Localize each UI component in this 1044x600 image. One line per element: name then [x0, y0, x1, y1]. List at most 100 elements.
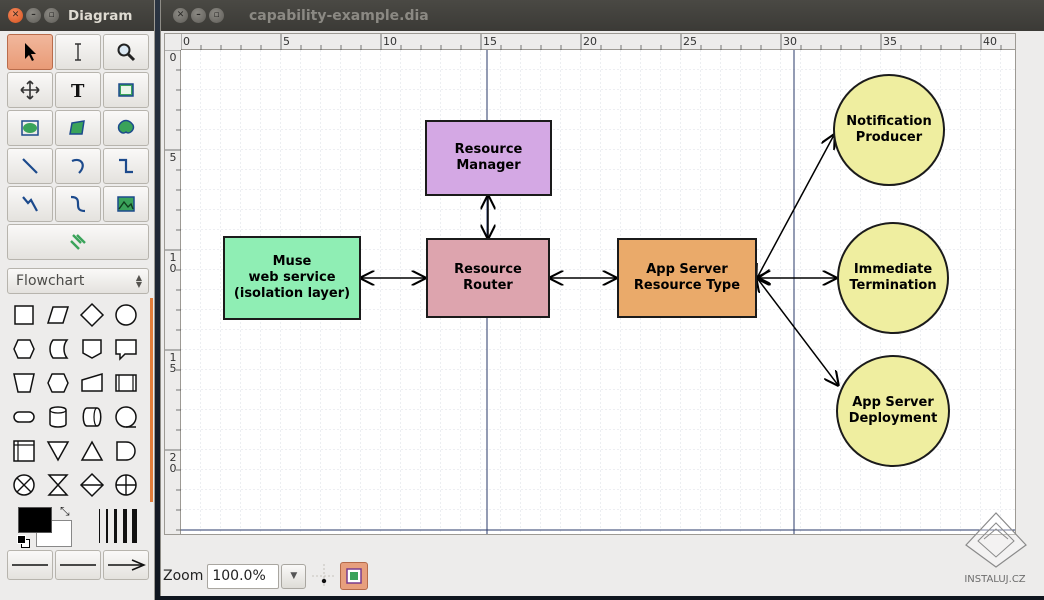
magnify-tool[interactable] [103, 34, 149, 70]
node-muse-web-service[interactable]: Muse web service (isolation layer) [223, 236, 361, 320]
shape-direct-access[interactable] [75, 400, 109, 434]
shape-merge[interactable] [41, 434, 75, 468]
text-edit-tool[interactable] [55, 34, 101, 70]
shape-manual-operation[interactable] [7, 366, 41, 400]
node-label-line: Manager [456, 158, 521, 173]
shape-extract[interactable] [75, 434, 109, 468]
beziergon-tool[interactable] [103, 110, 149, 146]
ruler-corner [165, 34, 181, 50]
sequential-access-icon [115, 406, 137, 428]
shape-sort[interactable] [75, 468, 109, 502]
arc-tool[interactable] [55, 148, 101, 184]
parallelogram-icon [46, 306, 70, 324]
zoom-input[interactable] [207, 563, 280, 589]
arrow-line-icon [108, 559, 146, 571]
maximize-icon[interactable]: ▫ [44, 8, 59, 23]
shape-data[interactable] [41, 298, 75, 332]
rounded-hexagon-icon [47, 373, 69, 393]
line-width-selector[interactable] [95, 507, 141, 545]
shape-collate[interactable] [41, 468, 75, 502]
line-style-buttons [7, 550, 149, 580]
status-bar: Zoom ▼ [161, 560, 1044, 592]
modify-tool[interactable] [7, 34, 53, 70]
image-tool[interactable] [103, 186, 149, 222]
close-icon[interactable]: ✕ [173, 8, 188, 23]
node-resource-router[interactable]: Resource Router [426, 238, 550, 318]
node-label-line: Resource Type [633, 278, 741, 293]
start-arrow-button[interactable] [7, 550, 53, 580]
node-app-server-deployment[interactable]: App Server Deployment [836, 355, 950, 467]
polyline-tool[interactable] [7, 186, 53, 222]
shape-internal-storage[interactable] [7, 434, 41, 468]
node-app-server-resource-type[interactable]: App Server Resource Type [617, 238, 757, 318]
zoom-dropdown-button[interactable]: ▼ [281, 563, 307, 589]
minimize-icon[interactable]: – [26, 8, 41, 23]
shape-summing-junction[interactable] [7, 468, 41, 502]
down-triangle-icon [46, 441, 70, 462]
bezier-line-icon [70, 195, 86, 213]
offpage-icon [82, 339, 102, 359]
shape-decision[interactable] [75, 298, 109, 332]
shape-manual-input[interactable] [75, 366, 109, 400]
ellipse-icon [21, 120, 39, 136]
sheet-selector[interactable]: Flowchart ▲ ▼ [7, 268, 149, 294]
toolbox-title: Diagram [68, 7, 133, 24]
snap-to-grid-toggle[interactable] [312, 564, 337, 588]
shape-stored-data[interactable] [41, 332, 75, 366]
shape-connector[interactable] [109, 298, 143, 332]
ellipse-tool[interactable] [7, 110, 53, 146]
diamond-icon [79, 302, 105, 328]
beziergon-icon [117, 119, 135, 134]
shape-offpage[interactable] [75, 332, 109, 366]
zigzag-line-tool[interactable] [103, 148, 149, 184]
sort-diamond-icon [79, 472, 105, 498]
end-arrow-button[interactable] [103, 550, 149, 580]
hexagon-icon [13, 339, 35, 359]
node-label-line: (isolation layer) [233, 286, 351, 301]
node-immediate-termination[interactable]: Immediate Termination [837, 222, 949, 334]
circle-plus-icon [115, 474, 137, 496]
snap-object-icon [346, 568, 363, 584]
outline-tool[interactable] [7, 224, 149, 260]
horizontal-ruler: 0 5 10 15 20 25 30 35 40 [181, 34, 1015, 50]
ruler-ticks [181, 34, 1002, 50]
scroll-tool[interactable] [7, 72, 53, 108]
node-label-line: App Server [646, 262, 728, 277]
polygon-tool[interactable] [55, 110, 101, 146]
box-tool[interactable] [103, 72, 149, 108]
horizontal-cylinder-icon [82, 407, 102, 427]
diagram-canvas[interactable]: Resource Manager Muse web service (isolatio… [181, 50, 1015, 534]
trapezoid-icon [13, 373, 35, 393]
shape-terminal-hex[interactable] [41, 366, 75, 400]
line-style-button[interactable] [55, 550, 101, 580]
shape-delay[interactable] [109, 434, 143, 468]
shape-preparation[interactable] [7, 332, 41, 366]
bezier-line-tool[interactable] [55, 186, 101, 222]
node-label-line: Resource [454, 262, 522, 277]
snap-to-objects-toggle[interactable] [340, 562, 369, 590]
shape-or[interactable] [109, 468, 143, 502]
chevron-down-icon: ▼ [290, 571, 298, 581]
hourglass-icon [47, 474, 69, 496]
text-tool[interactable]: T [55, 72, 101, 108]
node-resource-manager[interactable]: Resource Manager [425, 120, 552, 196]
shape-process[interactable] [7, 298, 41, 332]
swap-colors-icon[interactable]: ⤡ [60, 504, 70, 519]
line-tool[interactable] [7, 148, 53, 184]
shape-terminator[interactable] [7, 400, 41, 434]
close-icon[interactable]: ✕ [8, 8, 23, 23]
shape-database[interactable] [41, 400, 75, 434]
square-icon [14, 305, 34, 325]
arc-icon [71, 158, 84, 174]
default-colors-icon[interactable] [17, 535, 26, 544]
ruler-ticks [165, 50, 181, 531]
shape-sequential[interactable] [109, 400, 143, 434]
shape-document[interactable] [109, 332, 143, 366]
maximize-icon[interactable]: ▫ [209, 8, 224, 23]
vertical-scroll-area[interactable] [1017, 33, 1044, 535]
node-notification-producer[interactable]: Notification Producer [833, 74, 945, 186]
toolbox-window: ✕ – ▫ Diagram T Flowchart ▲ ▼ ⤡ [0, 0, 155, 600]
shape-predefined[interactable] [109, 366, 143, 400]
foreground-color-swatch[interactable] [18, 507, 52, 533]
minimize-icon[interactable]: – [191, 8, 206, 23]
